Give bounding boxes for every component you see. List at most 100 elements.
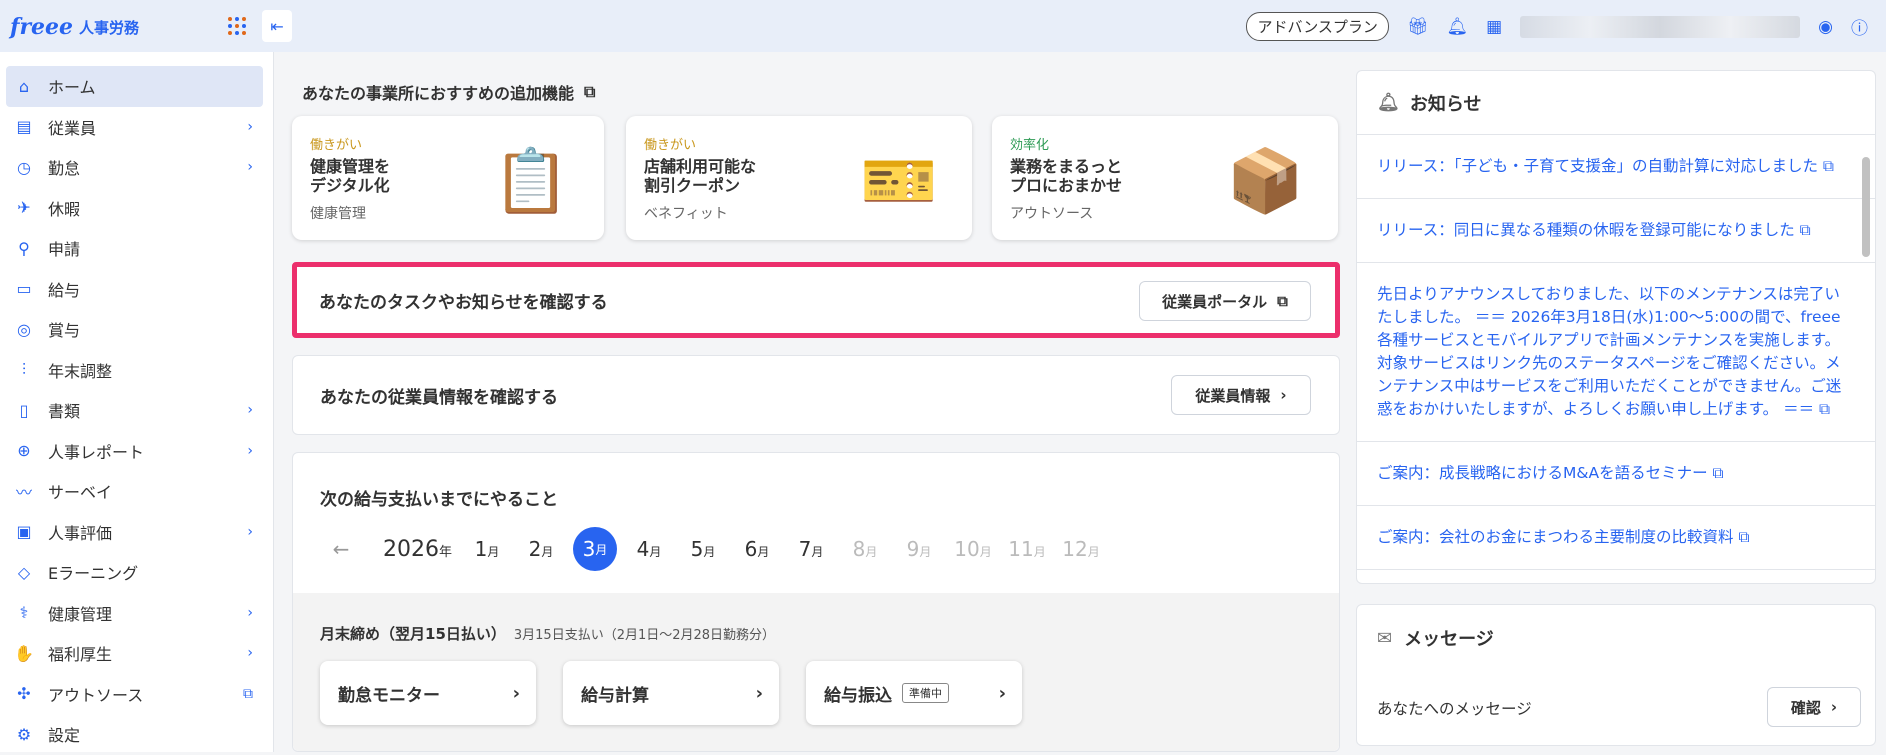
notice-link[interactable]: リリース：同日に異なる種類の休暇を登録可能になりました bbox=[1377, 221, 1795, 239]
bell-icon: 🔔︎ bbox=[1377, 92, 1400, 113]
notice-link[interactable]: リリース：「子ども・子育て支援金」の自動計算に対応しました bbox=[1377, 157, 1818, 175]
external-link-icon[interactable]: ⧉ bbox=[584, 82, 595, 102]
sidebar-item[interactable]: ▯ 書類 › bbox=[0, 390, 273, 431]
prev-arrow-icon[interactable]: ← bbox=[329, 537, 353, 561]
month-tab[interactable]: 7月 bbox=[784, 537, 838, 561]
sidebar-item[interactable]: ▭ 給与 bbox=[0, 269, 273, 310]
sidebar-item-label: 休暇 bbox=[48, 199, 81, 219]
main-content: あなたの事業所におすすめの追加機能 ⧉ 働きがい 健康管理を デジタル化 健康管理 📋… bbox=[292, 52, 1340, 752]
sliders-icon: ⫶ bbox=[21, 359, 26, 379]
notice-item[interactable]: リリース：「子ども・子育て支援金」の自動計算に対応しました ⧉ bbox=[1357, 135, 1875, 199]
recommend-cards: 働きがい 健康管理を デジタル化 健康管理 📋 働きがい 店舗利用可能な 割引クーポン ベネ… bbox=[292, 116, 1340, 240]
chevron-right-icon: › bbox=[1830, 698, 1838, 716]
emp-btn-label: 従業員情報 bbox=[1195, 386, 1271, 405]
month-tab: 8月 bbox=[838, 537, 892, 561]
month-unit: 月 bbox=[757, 545, 770, 559]
chevron-right-icon: › bbox=[247, 402, 253, 419]
chevron-right-icon: › bbox=[247, 523, 253, 540]
building-icon[interactable]: ▦ bbox=[1486, 17, 1502, 37]
chevron-right-icon: › bbox=[247, 118, 253, 135]
sidebar-item[interactable]: ⫶ 年末調整 bbox=[0, 350, 273, 391]
recommend-card[interactable]: 働きがい 健康管理を デジタル化 健康管理 📋 bbox=[292, 116, 604, 240]
notice-item[interactable]: ご案内：会社のお金にまつわる主要制度の比較資料 ⧉ bbox=[1357, 506, 1875, 570]
sidebar-item[interactable]: 〰サーベイ bbox=[0, 471, 273, 512]
confirm-label: 確認 bbox=[1790, 698, 1821, 717]
close-label: 月末締め（翌月15日払い） 3月15日支払い（2月1日〜2月28日勤務分） bbox=[320, 623, 775, 644]
sidebar-item[interactable]: ◷ 勤怠 › bbox=[0, 147, 273, 188]
sidebar-item[interactable]: ✣ アウトソース ⧉ bbox=[0, 674, 273, 715]
notice-item[interactable]: リリース：同日に異なる種類の休暇を登録可能になりました ⧉ bbox=[1357, 199, 1875, 263]
clock-icon: ◷ bbox=[17, 157, 31, 177]
recommend-card[interactable]: 働きがい 店舗利用可能な 割引クーポン ベネフィット 🎫 bbox=[626, 116, 972, 240]
month-number: 6 bbox=[744, 537, 758, 561]
month-tab[interactable]: 1月 bbox=[460, 537, 514, 561]
notice-link[interactable]: ご案内：成長戦略におけるM&Aを語るセミナー bbox=[1377, 464, 1708, 482]
notice-header: 🔔︎ お知らせ bbox=[1357, 71, 1875, 135]
sidebar-item[interactable]: ◎ 賞与 bbox=[0, 309, 273, 350]
sidebar-item[interactable]: ◇ Eラーニング bbox=[0, 552, 273, 593]
month-tab[interactable]: 4月 bbox=[622, 537, 676, 561]
notice-scrollbar[interactable] bbox=[1861, 139, 1871, 579]
collapse-sidebar-icon[interactable]: ⇤ bbox=[262, 10, 292, 42]
sidebar-item[interactable]: ▣ 人事評価 › bbox=[0, 512, 273, 553]
network-icon: ✣ bbox=[17, 684, 31, 704]
help-icon[interactable]: ⓘ bbox=[1851, 14, 1868, 39]
plan-badge[interactable]: アドバンスプラン bbox=[1246, 12, 1389, 41]
gift-icon[interactable]: 🎁︎ bbox=[1407, 17, 1429, 37]
sidebar-item[interactable]: ⚲ 申請 bbox=[0, 228, 273, 269]
year-value: 2026 bbox=[383, 536, 439, 562]
month-number: 11 bbox=[1008, 537, 1034, 561]
month-number: 10 bbox=[954, 537, 980, 561]
freee-logo[interactable]: freee 人事労務 bbox=[10, 14, 139, 40]
notice-link[interactable]: ご案内：会社のお金にまつわる主要制度の比較資料 bbox=[1377, 528, 1734, 546]
payroll-action-button[interactable]: 給与振込 準備中 › bbox=[806, 661, 1022, 725]
month-tab: 12月 bbox=[1054, 537, 1108, 561]
app-switcher-icon[interactable] bbox=[228, 17, 246, 35]
month-unit: 月 bbox=[487, 545, 500, 559]
chevron-right-icon: › bbox=[247, 604, 253, 621]
payroll-action-button[interactable]: 勤怠モニター › bbox=[320, 661, 536, 725]
month-number: 4 bbox=[636, 537, 650, 561]
brand-name: freee bbox=[10, 14, 74, 40]
month-number: 8 bbox=[852, 537, 866, 561]
message-header: ✉ メッセージ bbox=[1377, 625, 1494, 651]
notice-item[interactable]: 先日よりアナウンスしておりました、以下のメンテナンスは完了いたしました。 ＝＝ … bbox=[1357, 263, 1875, 442]
notice-item[interactable]: ご案内：成長戦略におけるM&Aを語るセミナー ⧉ bbox=[1357, 442, 1875, 506]
sidebar-item-label: Eラーニング bbox=[48, 564, 139, 584]
clipboard-icon: ▣ bbox=[16, 522, 32, 542]
chevron-right-icon: › bbox=[998, 682, 1006, 704]
recommend-card[interactable]: 効率化 業務をまるっと プロにおまかせ アウトソース 📦 bbox=[992, 116, 1338, 240]
sidebar-item[interactable]: ⚙ 設定 bbox=[0, 714, 273, 755]
notice-link[interactable]: 先日よりアナウンスしておりました、以下のメンテナンスは完了いたしました。 ＝＝ … bbox=[1377, 285, 1841, 418]
sidebar-item[interactable]: ✋ 福利厚生 › bbox=[0, 633, 273, 674]
close-label-text: 月末締め（翌月15日払い） bbox=[320, 625, 506, 643]
payroll-action-button[interactable]: 給与計算 › bbox=[563, 661, 779, 725]
month-tab: 11月 bbox=[1000, 537, 1054, 561]
payroll-panel: 次の給与支払いまでにやること ← 2026年 1月 2月 3 月 4月 5月 6月 7月 8月 9月 1… bbox=[292, 452, 1340, 752]
sidebar-item[interactable]: ✈ 休暇 bbox=[0, 188, 273, 229]
sidebar-item-label: ホーム bbox=[48, 78, 96, 98]
action-label: 給与振込 bbox=[824, 685, 892, 706]
employee-portal-button[interactable]: 従業員ポータル ⧉ bbox=[1139, 281, 1311, 321]
user-icon[interactable]: ◉ bbox=[1818, 17, 1833, 37]
sidebar-item[interactable]: ▤ 従業員 › bbox=[0, 107, 273, 148]
sidebar-item[interactable]: ⊕ 人事レポート › bbox=[0, 431, 273, 472]
month-tab[interactable]: 2月 bbox=[514, 537, 568, 561]
sidebar-item-label: 書類 bbox=[48, 402, 81, 422]
month-unit: 月 bbox=[703, 545, 716, 559]
bell-icon[interactable]: 🔔︎ bbox=[1447, 17, 1469, 37]
month-tab[interactable]: 5月 bbox=[676, 537, 730, 561]
message-panel: ✉ メッセージ あなたへのメッセージ 確認 › bbox=[1356, 604, 1876, 746]
month-tab[interactable]: 6月 bbox=[730, 537, 784, 561]
confirm-button[interactable]: 確認 › bbox=[1767, 687, 1861, 727]
sidebar-item-label: 設定 bbox=[48, 726, 81, 746]
notice-title: お知らせ bbox=[1409, 93, 1482, 115]
month-tab[interactable]: 3月 bbox=[573, 527, 618, 571]
sidebar-item[interactable]: ⚕ 健康管理 › bbox=[0, 593, 273, 634]
employee-info-button[interactable]: 従業員情報 › bbox=[1171, 375, 1311, 415]
month-number: 7 bbox=[798, 537, 812, 561]
sidebar-item[interactable]: ⌂ ホーム bbox=[6, 66, 263, 107]
year-unit: 年 bbox=[439, 544, 453, 560]
account-name-redacted[interactable] bbox=[1520, 15, 1801, 38]
month-unit: 月 bbox=[811, 545, 824, 559]
